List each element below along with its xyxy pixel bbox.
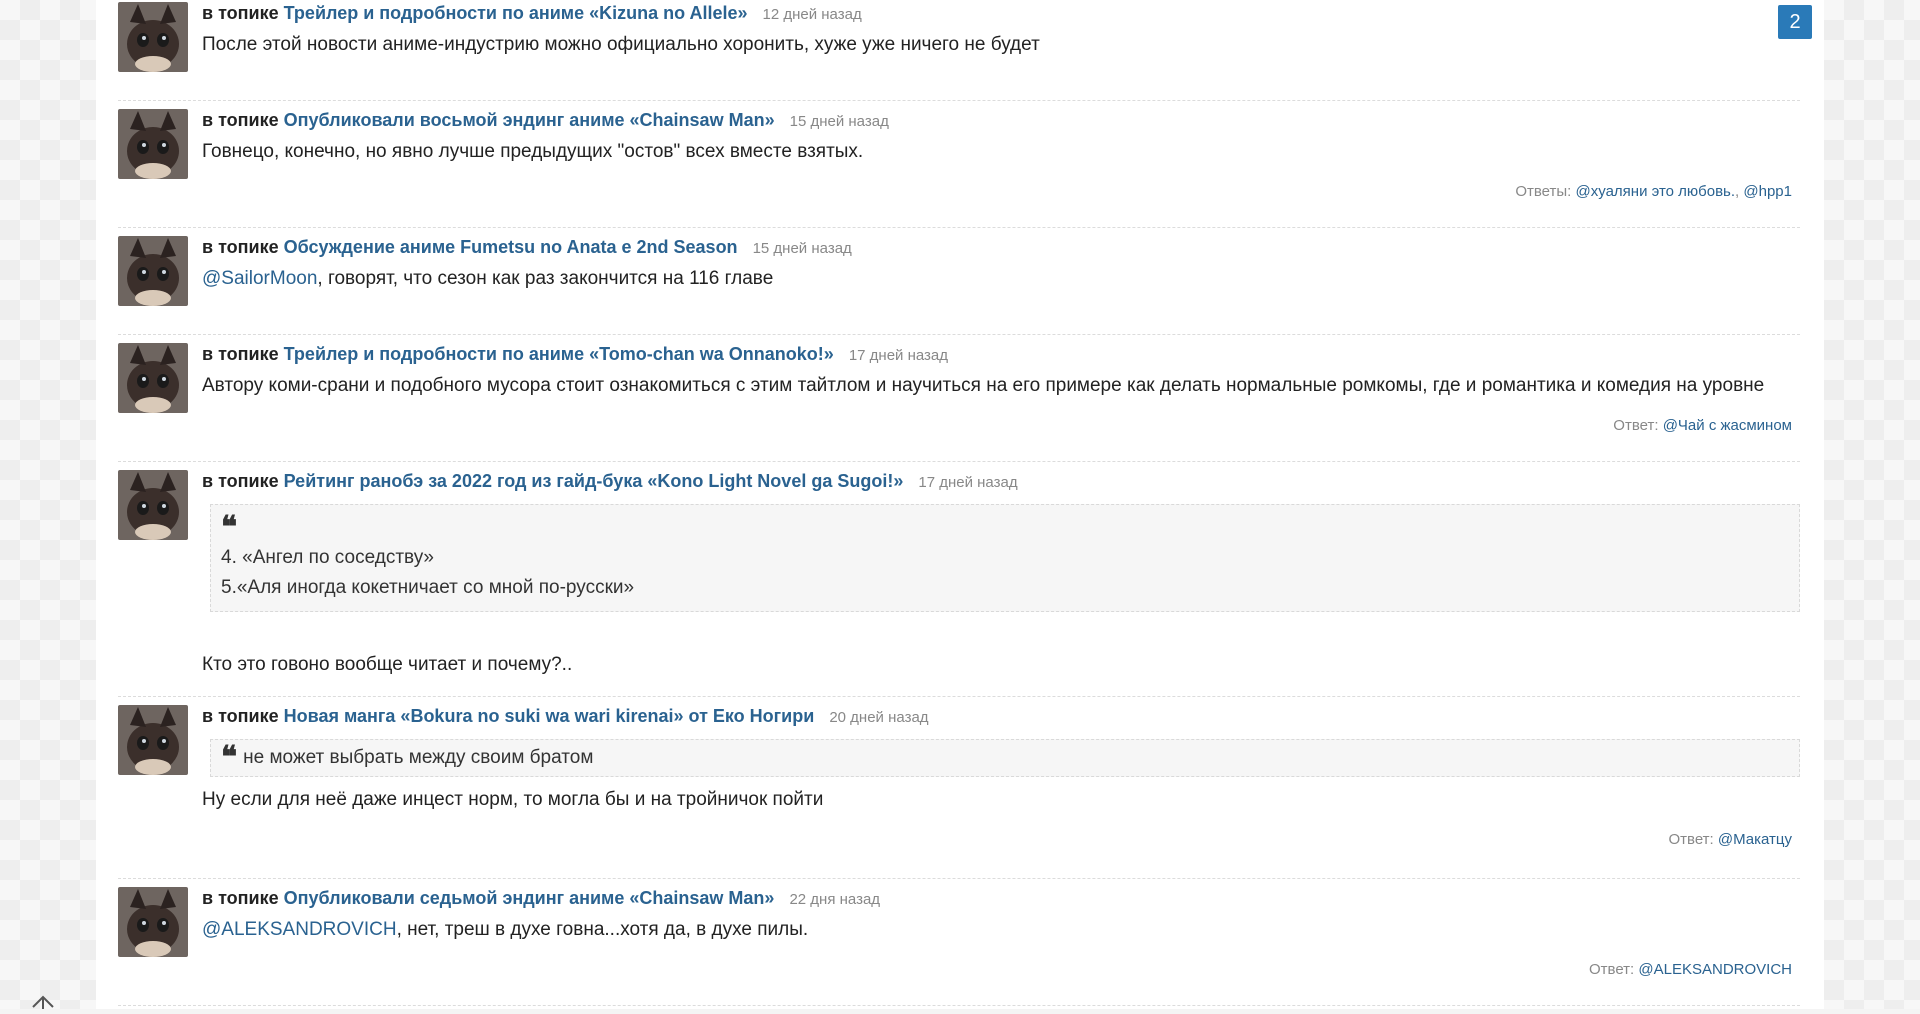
replies-label: Ответ: [1613, 417, 1658, 434]
comment-time: 15 дней назад [753, 240, 852, 257]
topic-prefix: в топике [202, 471, 279, 491]
cat-avatar-icon[interactable] [118, 887, 188, 957]
topic-link[interactable]: Трейлер и подробности по аниме «Kizuna n… [284, 3, 748, 23]
reply-link[interactable]: @хуаляни это любовь. [1576, 183, 1736, 200]
mention-link[interactable]: @SailorMoon [202, 268, 317, 289]
cat-avatar-icon[interactable] [118, 705, 188, 775]
reply-link[interactable]: @Макатцу [1718, 831, 1792, 848]
topic-link[interactable]: Опубликовали седьмой эндинг аниме «Chain… [284, 888, 775, 908]
topic-prefix: в топике [202, 344, 279, 364]
comment-text: @SailorMoon, говорят, что сезон как раз … [202, 266, 1800, 292]
topic-prefix: в топике [202, 3, 279, 23]
replies-line: Ответы: @хуаляни это любовь., @hpp1 [202, 183, 1792, 200]
quote-line: не может выбрать между своим братом [243, 747, 593, 768]
comment-text-body: , нет, треш в духе говна...хотя да, в ду… [397, 919, 809, 940]
mention-link[interactable]: @ALEKSANDROVICH [202, 919, 397, 940]
comment-time: 17 дней назад [849, 347, 948, 364]
comment-text: Кто это говоно вообще читает и почему?.. [202, 652, 1800, 678]
topic-prefix: в топике [202, 706, 279, 726]
topic-link[interactable]: Обсуждение аниме Fumetsu no Anata e 2nd … [284, 237, 738, 257]
replies-label: Ответ: [1668, 831, 1713, 848]
quote-block: ❝ 4. «Ангел по соседству» 5.«Аля иногда … [210, 504, 1800, 612]
topic-link[interactable]: Трейлер и подробности по аниме «Tomo-cha… [284, 344, 834, 364]
comment-text: Ну если для неё даже инцест норм, то мог… [202, 787, 1800, 813]
replies-line: Ответ: @Макатцу [202, 831, 1792, 848]
quote-block: ❝ не может выбрать между своим братом [210, 739, 1800, 777]
replies-label: Ответы: [1515, 183, 1571, 200]
topic-prefix: в топике [202, 110, 279, 130]
comment-item: в топике Новая манга «Bokura no suki wa … [118, 697, 1800, 879]
page-number-badge[interactable]: 2 [1778, 5, 1812, 39]
comment-item: в топике Обсуждение аниме Fumetsu no Ana… [118, 228, 1800, 335]
reply-link[interactable]: @ALEKSANDROVICH [1638, 961, 1792, 978]
comments-list: в топике Трейлер и подробности по аниме … [118, 0, 1800, 1006]
comment-item: в топике Трейлер и подробности по аниме … [118, 0, 1800, 101]
page-background-right [1824, 0, 1920, 1009]
quote-line: 5.«Аля иногда кокетничает со мной по-рус… [221, 573, 1789, 603]
comment-time: 12 дней назад [763, 6, 862, 23]
reply-link[interactable]: @Чай с жасмином [1663, 417, 1792, 434]
profile-comments-page: в топике Трейлер и подробности по аниме … [96, 0, 1824, 1009]
cat-avatar-icon[interactable] [118, 343, 188, 413]
comment-time: 22 дня назад [789, 891, 880, 908]
topic-link[interactable]: Опубликовали восьмой эндинг аниме «Chain… [284, 110, 775, 130]
arrow-up-icon[interactable] [30, 991, 56, 1009]
comment-item: в топике Трейлер и подробности по аниме … [118, 335, 1800, 462]
page-background-left [0, 0, 96, 1009]
comment-item: в топике Опубликовали седьмой эндинг ани… [118, 879, 1800, 1006]
comment-time: 17 дней назад [918, 474, 1017, 491]
comment-time: 20 дней назад [829, 709, 928, 726]
replies-label: Ответ: [1589, 961, 1634, 978]
topic-link[interactable]: Новая манга «Bokura no suki wa wari kire… [284, 706, 815, 726]
reply-link[interactable]: @hpp1 [1743, 183, 1792, 200]
topic-link[interactable]: Рейтинг ранобэ за 2022 год из гайд-бука … [284, 471, 904, 491]
quote-icon: ❝ [221, 519, 237, 537]
quote-line: 4. «Ангел по соседству» [221, 543, 1789, 573]
cat-avatar-icon[interactable] [118, 236, 188, 306]
comment-text: @ALEKSANDROVICH, нет, треш в духе говна.… [202, 917, 1800, 943]
topic-prefix: в топике [202, 237, 279, 257]
comment-item: в топике Опубликовали восьмой эндинг ани… [118, 101, 1800, 228]
comment-item: в топике Рейтинг ранобэ за 2022 год из г… [118, 462, 1800, 697]
comment-text: После этой новости аниме-индустрию можно… [202, 32, 1800, 58]
comment-text: Говнецо, конечно, но явно лучше предыдущ… [202, 139, 1800, 165]
comment-text: Автору коми-срани и подобного мусора сто… [202, 373, 1800, 399]
cat-avatar-icon[interactable] [118, 2, 188, 72]
quote-icon: ❝ [221, 749, 237, 767]
replies-line: Ответ: @ALEKSANDROVICH [202, 961, 1792, 978]
cat-avatar-icon[interactable] [118, 109, 188, 179]
comment-text-body: , говорят, что сезон как раз закончится … [317, 268, 773, 289]
topic-prefix: в топике [202, 888, 279, 908]
cat-avatar-icon[interactable] [118, 470, 188, 540]
replies-line: Ответ: @Чай с жасмином [202, 417, 1792, 434]
comment-time: 15 дней назад [790, 113, 889, 130]
